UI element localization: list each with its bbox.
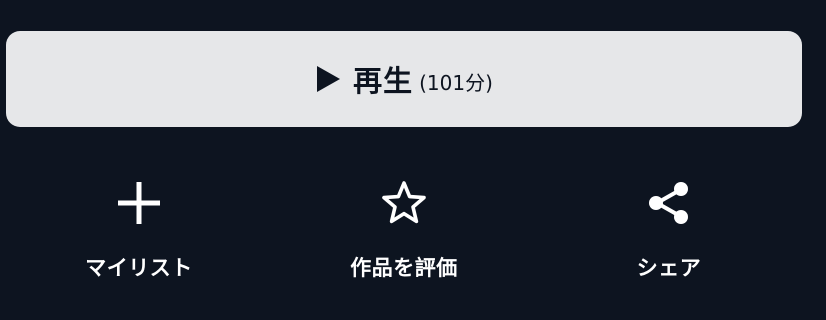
play-duration: (101分) bbox=[419, 70, 493, 95]
play-button[interactable]: 再生 (101分) bbox=[6, 31, 802, 127]
share-button[interactable]: シェア bbox=[569, 178, 769, 288]
share-icon bbox=[644, 178, 694, 228]
star-icon bbox=[379, 178, 429, 228]
plus-icon bbox=[114, 178, 164, 228]
rate-label: 作品を評価 bbox=[350, 256, 458, 280]
play-button-content: 再生 (101分) bbox=[315, 58, 493, 100]
title-detail-actions: 再生 (101分) マイリスト 作品を評価 シェア bbox=[0, 0, 826, 320]
share-label: シェア bbox=[636, 256, 702, 280]
play-icon bbox=[317, 66, 341, 92]
rate-button[interactable]: 作品を評価 bbox=[304, 178, 504, 288]
play-label: 再生 bbox=[353, 64, 414, 98]
mylist-label: マイリスト bbox=[85, 256, 193, 280]
action-bar: マイリスト 作品を評価 シェア bbox=[0, 178, 826, 288]
mylist-button[interactable]: マイリスト bbox=[39, 178, 239, 288]
